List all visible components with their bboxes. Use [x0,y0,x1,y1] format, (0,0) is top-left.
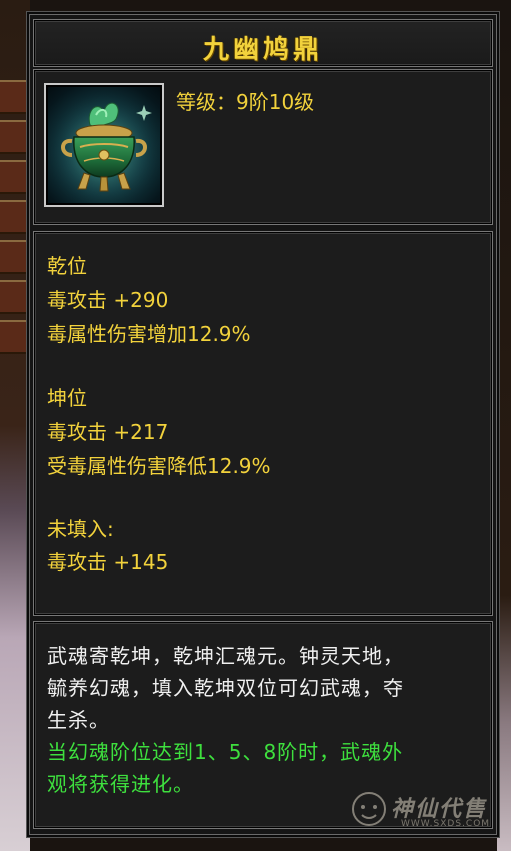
background-slat [0,320,28,354]
background-slat [0,160,28,194]
kun-poison-damage-reduction: 受毒属性伤害降低12.9% [47,454,271,478]
item-tooltip: 九幽鸠鼎 等级：9阶10级 乾位 毒攻击 +290 毒属性伤害增加12.9% 坤… [26,11,500,838]
kun-slot-header: 坤位 [47,386,87,410]
description-line: 毓养幻魂，填入乾坤双位可幻武魂，夺 [47,676,404,700]
site-watermark: 神仙代售 WWW.SXDS.COM [349,789,499,829]
unfilled-slot-header: 未填入: [47,517,114,541]
description-line: 生杀。 [47,708,110,732]
evolution-note-line: 当幻魂阶位达到1、5、8阶时，武魂外 [47,740,404,764]
watermark-logo-icon [352,792,386,826]
item-header-section: 等级：9阶10级 [33,69,493,225]
kun-poison-attack: 毒攻击 +217 [47,420,169,444]
game-scene: 九幽鸠鼎 等级：9阶10级 乾位 毒攻击 +290 毒属性伤害增加12.9% 坤… [0,0,511,851]
background-slat [0,80,28,114]
background-slat [0,240,28,274]
background-slat [0,200,28,234]
green-cauldron-icon [44,83,164,207]
item-name: 九幽鸠鼎 [202,35,323,65]
item-level: 等级：9阶10级 [176,90,315,114]
item-stats-section: 乾位 毒攻击 +290 毒属性伤害增加12.9% 坤位 毒攻击 +217 受毒属… [33,231,493,616]
unfilled-poison-attack: 毒攻击 +145 [47,550,169,574]
background-slat [0,120,28,154]
watermark-url: WWW.SXDS.COM [401,819,491,829]
qian-slot-header: 乾位 [47,254,87,278]
qian-poison-attack: 毒攻击 +290 [47,288,169,312]
tooltip-title-bar: 九幽鸠鼎 [33,19,493,67]
cauldron-artwork [46,85,162,205]
evolution-note-line: 观将获得进化。 [47,772,194,796]
qian-poison-damage-bonus: 毒属性伤害增加12.9% [47,322,251,346]
background-slat [0,280,28,314]
description-line: 武魂寄乾坤，乾坤汇魂元。钟灵天地， [47,644,404,668]
